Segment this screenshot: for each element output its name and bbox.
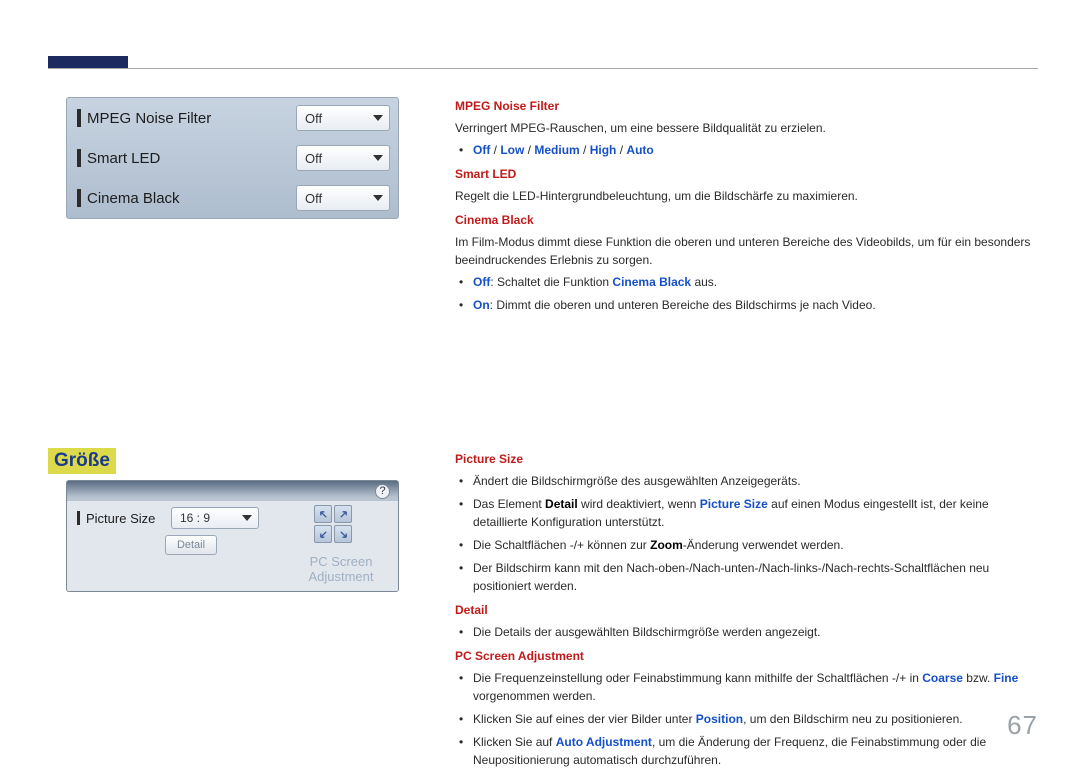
row-marker-icon [77,189,81,207]
heading-cinema: Cinema Black [455,211,1038,229]
mpeg-desc: Verringert MPEG-Rauschen, um eine besser… [455,119,1038,137]
heading-picture-size: Picture Size [455,450,1038,468]
section-heading-groesse: Größe [48,448,116,474]
dropdown-value: Off [305,111,373,126]
heading-mpeg: MPEG Noise Filter [455,97,1038,115]
cinema-on-bullet: On: Dimmt die oberen und unteren Bereich… [473,296,1038,314]
row-marker-icon [77,149,81,167]
dropdown-value: Off [305,151,373,166]
menu-label: Picture Size [86,511,171,526]
heading-pc-screen-adjustment: PC Screen Adjustment [455,647,1038,665]
menu-row-mpeg: MPEG Noise Filter Off [67,98,398,138]
row-marker-icon [77,109,81,127]
doc-text-lower: Picture Size Ändert die Bildschirmgröße … [455,450,1038,775]
noise-filter-menu-panel: MPEG Noise Filter Off Smart LED Off Cine… [66,97,399,219]
help-icon[interactable]: ? [375,484,390,499]
menu-label: MPEG Noise Filter [87,110,296,127]
cinema-off-bullet: Off: Schaltet die Funktion Cinema Black … [473,273,1038,291]
chevron-down-icon [373,155,383,161]
arrow-down-right-icon[interactable] [334,525,352,543]
chevron-down-icon [242,515,252,521]
panel2-titlebar: ? [67,481,398,501]
menu-row-smartled: Smart LED Off [67,138,398,178]
heading-smartled: Smart LED [455,165,1038,183]
chevron-down-icon [373,195,383,201]
picsize-b2: Das Element Detail wird deaktiviert, wen… [473,495,1038,531]
picture-size-dropdown[interactable]: 16 : 9 [171,507,259,529]
pcadj-b2: Klicken Sie auf eines der vier Bilder un… [473,710,1038,728]
page-number: 67 [1007,710,1038,741]
row-marker-icon [77,511,80,525]
detail-b1: Die Details der ausgewählten Bildschirmg… [473,623,1038,641]
header-accent-bar [48,56,128,68]
pc-screen-adjustment-label: PC Screen Adjustment [294,554,388,585]
cinema-black-dropdown[interactable]: Off [296,185,390,211]
menu-row-cinemablack: Cinema Black Off [67,178,398,218]
picsize-b1: Ändert die Bildschirmgröße des ausgewähl… [473,472,1038,490]
picture-size-panel: ? Picture Size 16 : 9 Detail PC Screen A… [66,480,399,592]
position-arrow-pad[interactable] [314,505,352,543]
cinema-desc: Im Film-Modus dimmt diese Funktion die o… [455,233,1038,269]
detail-button[interactable]: Detail [165,535,217,555]
picsize-b4: Der Bildschirm kann mit den Nach-oben-/N… [473,559,1038,595]
menu-label: Smart LED [87,150,296,167]
heading-detail: Detail [455,601,1038,619]
menu-label: Cinema Black [87,190,296,207]
mpeg-noise-filter-dropdown[interactable]: Off [296,105,390,131]
chevron-down-icon [373,115,383,121]
mpeg-options: Off / Low / Medium / High / Auto [473,141,1038,159]
picsize-b3: Die Schaltflächen -/+ können zur Zoom-Än… [473,536,1038,554]
dropdown-value: Off [305,191,373,206]
doc-text-upper: MPEG Noise Filter Verringert MPEG-Rausch… [455,97,1038,320]
smart-led-dropdown[interactable]: Off [296,145,390,171]
arrow-up-left-icon[interactable] [314,505,332,523]
pcadj-b3: Klicken Sie auf Auto Adjustment, um die … [473,733,1038,769]
pcadj-b1: Die Frequenzeinstellung oder Feinabstimm… [473,669,1038,705]
arrow-up-right-icon[interactable] [334,505,352,523]
arrow-down-left-icon[interactable] [314,525,332,543]
smartled-desc: Regelt die LED-Hintergrundbeleuchtung, u… [455,187,1038,205]
dropdown-value: 16 : 9 [180,511,242,525]
header-rule [48,68,1038,69]
